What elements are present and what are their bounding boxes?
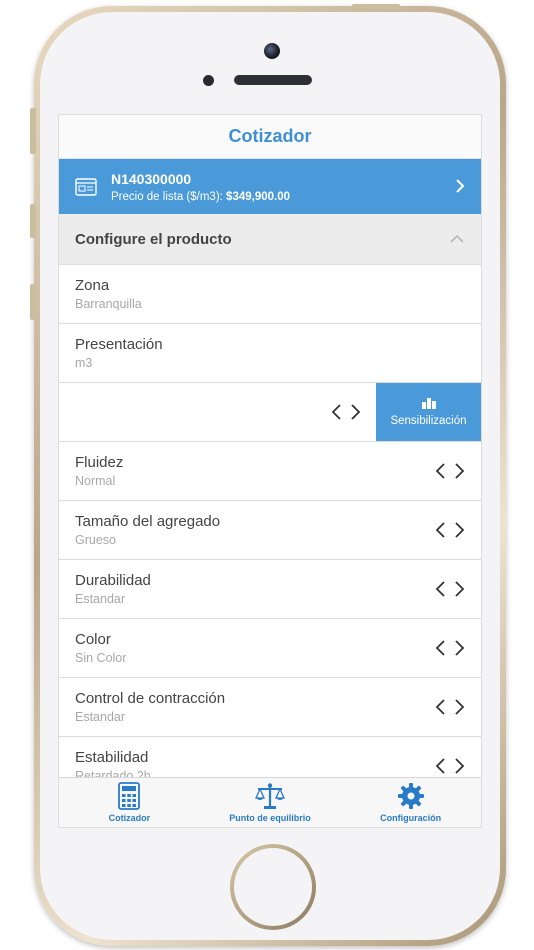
field-value: Grueso — [75, 533, 116, 547]
bar-chart-icon — [421, 398, 436, 409]
left-right-arrows-icon[interactable] — [435, 462, 465, 480]
field-value: Normal — [75, 474, 116, 488]
field-label: Zona — [75, 277, 110, 294]
field-tamano-agregado[interactable]: Tamaño del agregado Grueso — [59, 501, 481, 560]
price-value: $349,900.00 — [226, 190, 290, 203]
field-label: Estabilidad — [75, 749, 149, 766]
field-estabilidad[interactable]: Estabilidad Retardado 2h — [59, 737, 481, 782]
field-value: Estandar — [75, 592, 126, 606]
field-label: Fluidez — [75, 454, 124, 471]
field-label: Durabilidad — [75, 572, 151, 589]
scale-icon — [254, 783, 286, 809]
field-value: Sin Color — [75, 651, 127, 665]
left-right-arrows-icon[interactable] — [435, 580, 465, 598]
proximity-sensor — [203, 75, 214, 86]
tab-label: Cotizador — [108, 813, 151, 823]
price-label: Precio de lista ($/m3): — [111, 190, 227, 203]
field-zona[interactable]: Zona Barranquilla — [59, 265, 481, 324]
chevron-right-icon — [456, 179, 465, 193]
product-card-icon — [75, 177, 97, 196]
left-right-arrows-icon[interactable] — [435, 521, 465, 539]
field-presentacion[interactable]: Presentación m3 — [59, 324, 481, 383]
sensibilizacion-label: Sensibilización — [390, 415, 467, 427]
calculator-icon — [118, 782, 141, 810]
app-screen: Cotizador N140300000 Precio de lista ($/… — [58, 114, 482, 828]
field-value: Estandar — [75, 710, 126, 724]
field-label: Color — [75, 631, 111, 648]
sensibilizacion-button[interactable]: Sensibilización — [376, 383, 481, 441]
tab-bar: Cotizador Punto de equilibrio Configurac… — [59, 777, 481, 827]
tab-punto-equilibrio[interactable]: Punto de equilibrio — [200, 778, 341, 827]
product-price: Precio de lista ($/m3): $349,900.00 — [111, 191, 290, 203]
field-label: Tamaño del agregado — [75, 513, 221, 530]
tab-configuracion[interactable]: Configuración — [340, 778, 481, 827]
field-value: m3 — [75, 356, 93, 370]
swiped-row[interactable]: Sensibilización — [59, 383, 481, 442]
left-right-arrows-icon — [331, 404, 361, 420]
chevron-up-icon[interactable] — [449, 234, 465, 244]
product-banner[interactable]: N140300000 Precio de lista ($/m3): $349,… — [59, 159, 481, 214]
field-color[interactable]: Color Sin Color — [59, 619, 481, 678]
section-title: Configure el producto — [75, 230, 232, 248]
navigation-bar: Cotizador — [59, 115, 481, 159]
tab-label: Configuración — [380, 813, 442, 823]
earpiece-speaker — [234, 75, 312, 85]
volume-up-button — [30, 204, 36, 238]
field-label: Presentación — [75, 336, 163, 353]
section-header[interactable]: Configure el producto — [59, 214, 481, 265]
field-label: Control de contracción — [75, 690, 226, 707]
field-durabilidad[interactable]: Durabilidad Estandar — [59, 560, 481, 619]
left-right-arrows-icon[interactable] — [435, 698, 465, 716]
page-title: Cotizador — [228, 126, 312, 146]
power-button — [352, 4, 400, 10]
mute-switch — [30, 108, 36, 154]
volume-down-button — [30, 284, 36, 320]
field-control-contraccion[interactable]: Control de contracción Estandar — [59, 678, 481, 737]
home-button[interactable] — [230, 844, 316, 930]
product-code: N140300000 — [111, 170, 192, 187]
product-info: N140300000 Precio de lista ($/m3): $349,… — [111, 171, 290, 203]
front-camera — [264, 43, 280, 59]
field-value: Barranquilla — [75, 297, 142, 311]
field-fluidez[interactable]: Fluidez Normal — [59, 442, 481, 501]
tab-label: Punto de equilibrio — [229, 813, 311, 823]
tab-cotizador[interactable]: Cotizador — [59, 778, 200, 827]
left-right-arrows-icon[interactable] — [435, 757, 465, 775]
left-right-arrows-icon[interactable] — [435, 639, 465, 657]
gear-icon — [397, 783, 424, 809]
